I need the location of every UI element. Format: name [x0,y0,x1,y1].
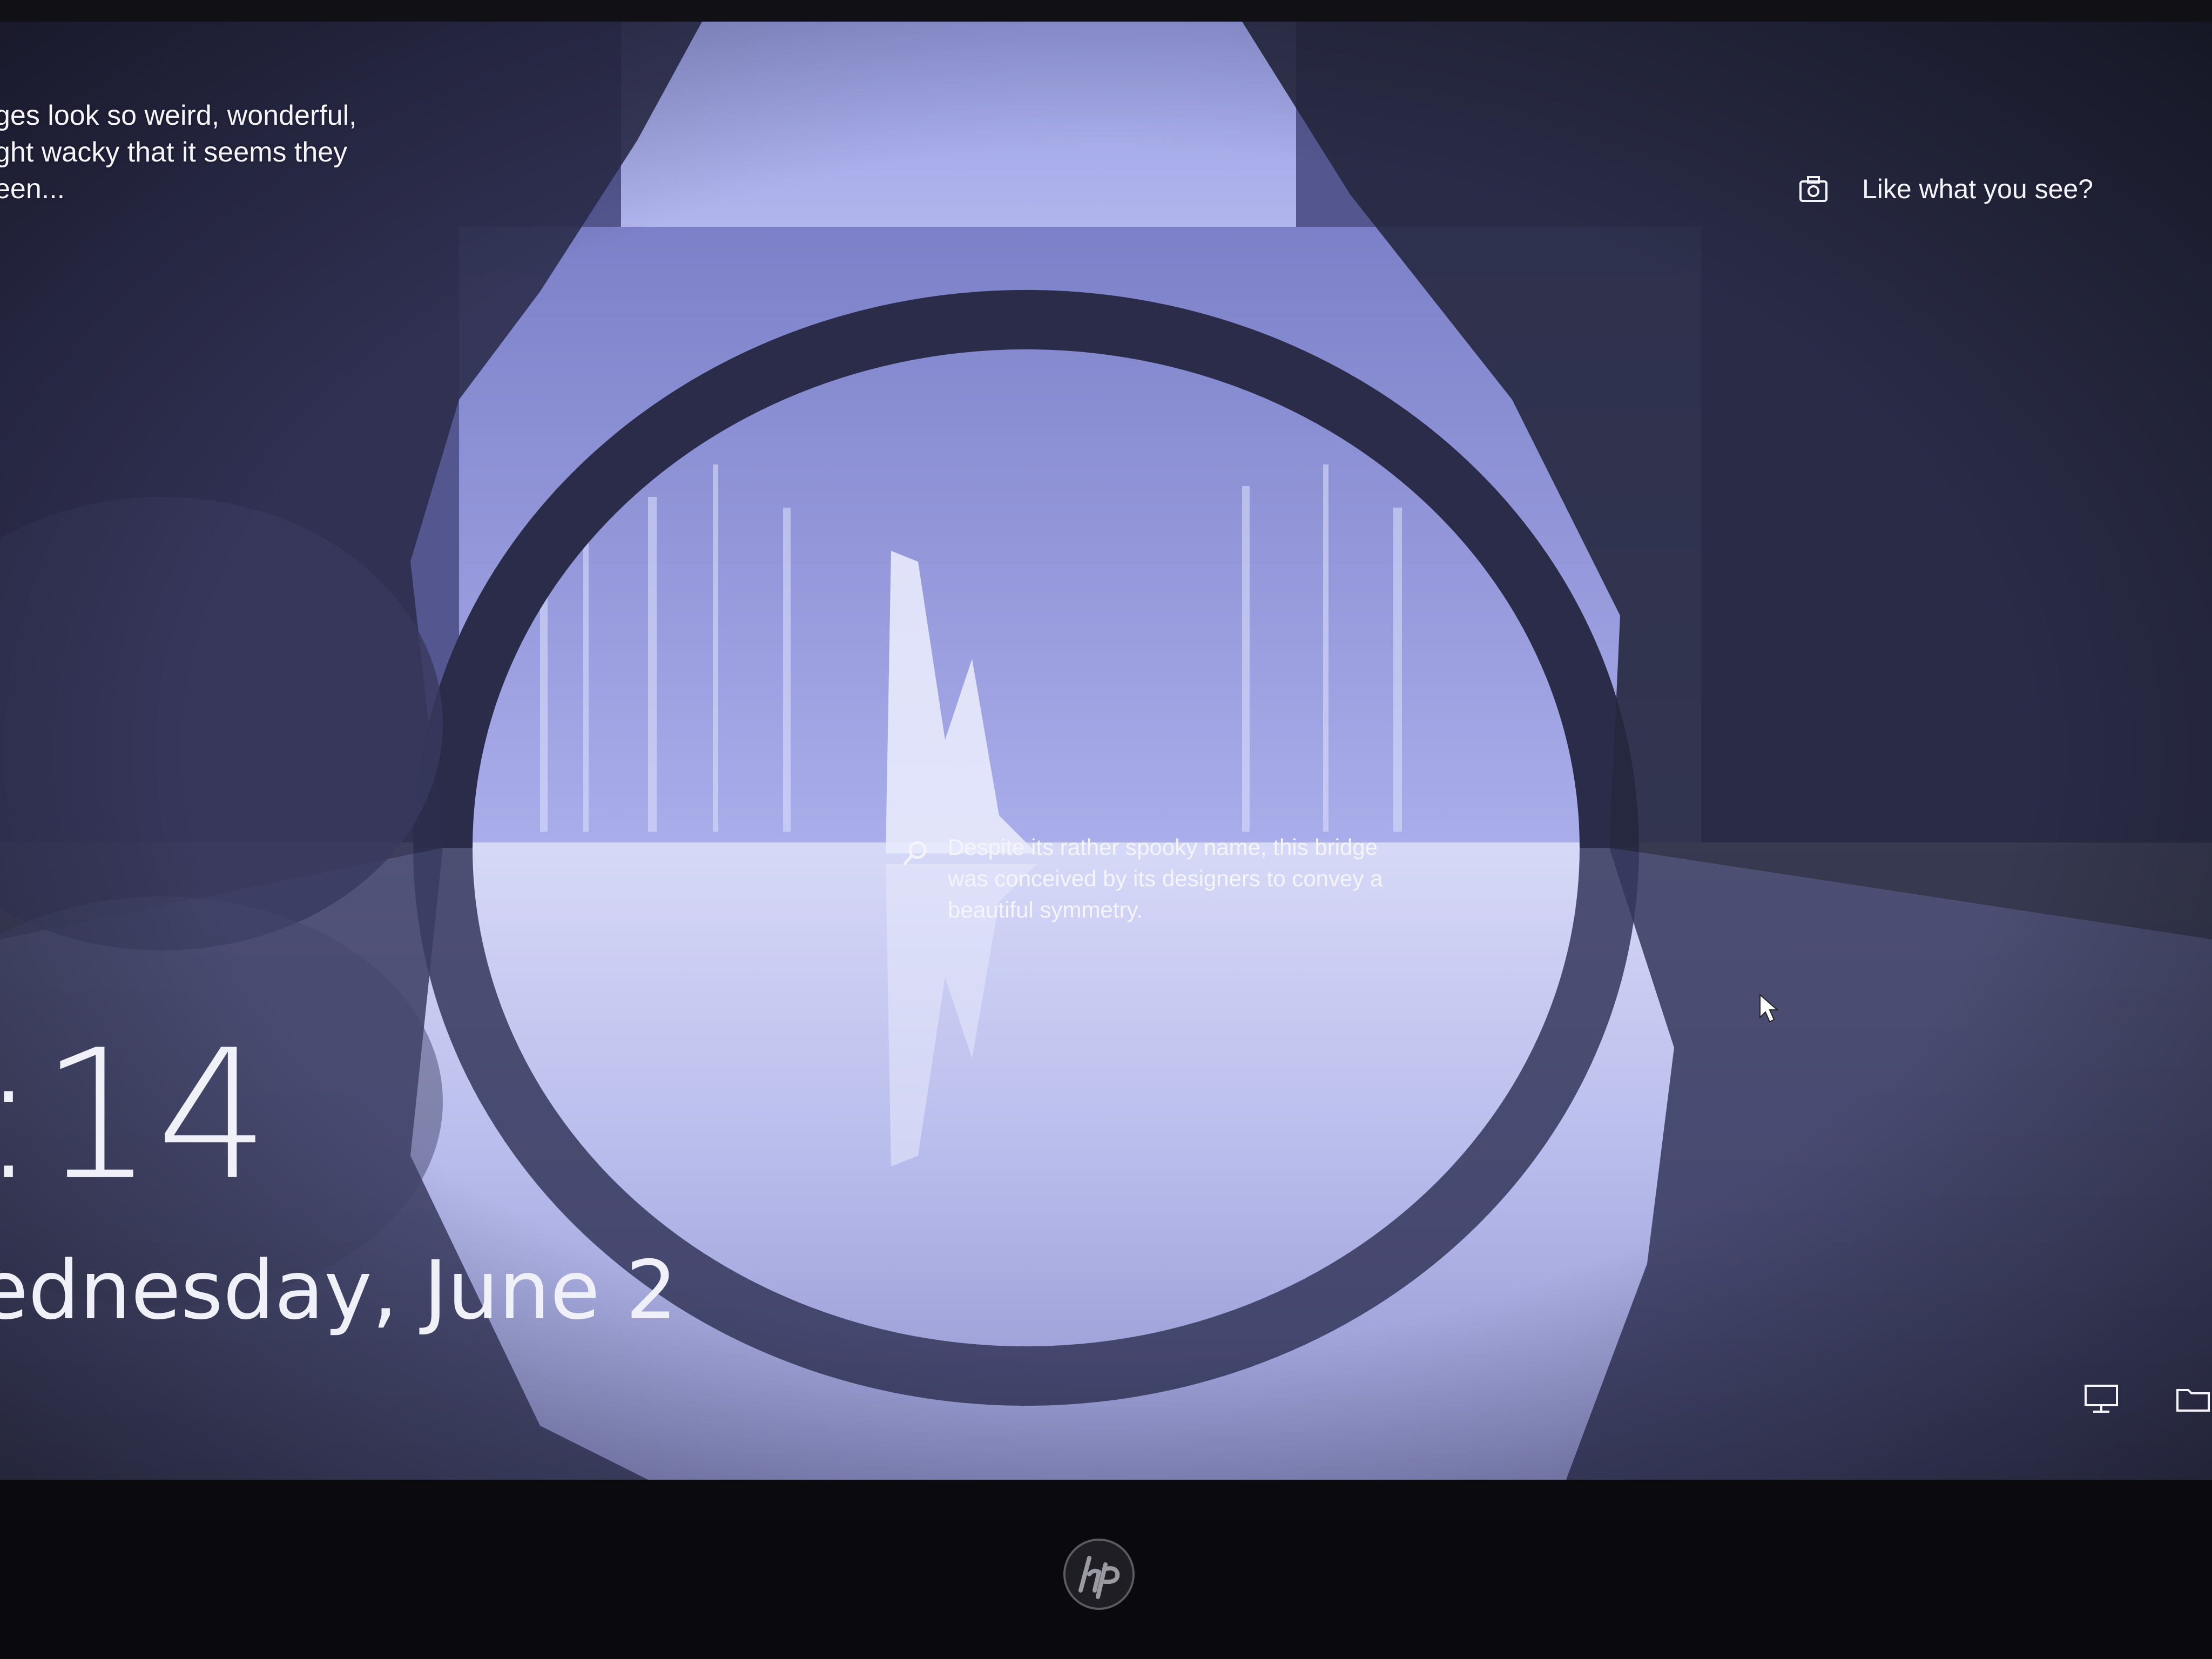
folder-icon[interactable] [2174,1382,2212,1415]
caption-line-3: een... [0,173,65,205]
like-what-you-see[interactable]: Like what you see? [1797,173,2093,205]
camera-icon[interactable] [1797,173,1830,205]
hp-logo [1063,1539,1135,1610]
system-tray [2082,1382,2212,1415]
network-icon[interactable] [2082,1382,2120,1415]
spotlight-caption[interactable]: ges look so weird, wonderful, ght wacky … [0,97,383,207]
lock-clock: :14 [0,1011,272,1219]
spotlight-text: Despite its rather spooky name, this bri… [948,834,1383,922]
mouse-cursor-icon [1759,994,1779,1023]
lock-date: ednesday, June 2 [0,1244,678,1338]
spotlight-info[interactable]: Despite its rather spooky name, this bri… [899,832,1423,926]
caption-line-2: ght wacky that it seems they [0,137,348,168]
search-icon [903,841,927,866]
lock-screen[interactable]: ges look so weird, wonderful, ght wacky … [0,22,2212,1480]
like-label[interactable]: Like what you see? [1862,173,2093,205]
caption-line-1: ges look so weird, wonderful, [0,100,357,131]
